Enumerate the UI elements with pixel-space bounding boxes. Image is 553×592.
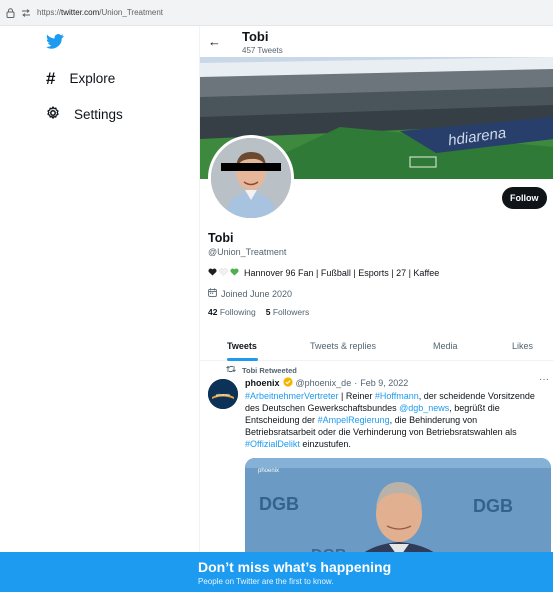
tweet-link[interactable]: @dgb_news xyxy=(399,403,449,413)
follow-stats: 42 Following 5 Followers xyxy=(208,307,309,317)
signup-prompt-title: Don’t miss what’s happening xyxy=(198,559,392,575)
twitter-bird-icon[interactable] xyxy=(46,34,64,54)
tweet-count: 457 Tweets xyxy=(242,46,283,55)
tweet-author-name[interactable]: phoenix xyxy=(245,378,280,388)
more-icon[interactable]: ··· xyxy=(539,374,549,385)
heart-icon xyxy=(230,268,239,278)
follow-button[interactable]: Follow xyxy=(502,187,547,209)
avatar[interactable] xyxy=(208,135,294,221)
joined-text: Joined June 2020 xyxy=(221,288,293,299)
profile-name: Tobi xyxy=(208,231,234,245)
following-link[interactable]: 42 Following xyxy=(208,307,256,317)
hashtag-icon: # xyxy=(46,69,56,88)
tweet-text: #ArbeitnehmerVertreter | Reiner #Hoffman… xyxy=(245,390,550,450)
tweet-text-segment: | Reiner xyxy=(338,391,375,401)
gear-icon xyxy=(46,106,60,123)
media-dgb-right: DGB xyxy=(473,496,513,516)
tweet-text-segment: einzustufen. xyxy=(299,439,351,449)
retweet-context: Tobi Retweeted xyxy=(226,365,297,375)
profile-column: ← Tobi 457 Tweets hdiarena Follow Tobi @… xyxy=(199,26,553,566)
tab-tweets[interactable]: Tweets xyxy=(227,331,257,361)
left-navigation: # Explore Settings xyxy=(0,26,199,566)
tweet-link[interactable]: #Hoffmann xyxy=(375,391,419,401)
back-arrow-icon[interactable]: ← xyxy=(208,34,221,49)
tab-likes[interactable]: Likes xyxy=(512,331,533,361)
media-logo: phoenix xyxy=(258,468,279,474)
retweet-label: Tobi Retweeted xyxy=(242,365,297,375)
profile-tabs: Tweets Tweets & replies Media Likes xyxy=(200,331,553,361)
followers-link[interactable]: 5 Followers xyxy=(266,307,309,317)
tab-tweets-replies[interactable]: Tweets & replies xyxy=(310,331,376,361)
tweet-author-avatar[interactable]: phoenix xyxy=(208,379,238,409)
bio-text: Hannover 96 Fan | Fußball | Esports | 27… xyxy=(244,268,440,278)
nav-item-explore[interactable]: # Explore xyxy=(46,70,115,87)
tweet-separator: · xyxy=(354,378,358,388)
tweet-header: phoenix @phoenix_de · Feb 9, 2022 xyxy=(245,377,408,389)
nav-item-settings[interactable]: Settings xyxy=(46,106,123,123)
heart-icon xyxy=(208,268,217,278)
profile-bio: Hannover 96 Fan | Fußball | Esports | 27… xyxy=(208,268,439,278)
joined-date: Joined June 2020 xyxy=(208,288,292,299)
tweet-author-handle[interactable]: @phoenix_de xyxy=(296,378,352,388)
tweet-link[interactable]: #OffizialDelikt xyxy=(245,439,300,449)
nav-item-label: Settings xyxy=(74,107,123,122)
active-tab-indicator xyxy=(227,358,258,361)
verified-badge-icon xyxy=(282,377,293,389)
tweet-date[interactable]: Feb 9, 2022 xyxy=(360,378,408,388)
lock-icon xyxy=(6,7,15,18)
browser-url-bar[interactable]: https://twitter.com/Union_Treatment xyxy=(0,0,553,26)
tweet-link[interactable]: #ArbeitnehmerVertreter xyxy=(245,391,339,401)
media-dgb-left: DGB xyxy=(259,494,299,514)
signup-prompt-bar[interactable]: Don’t miss what’s happening People on Tw… xyxy=(0,552,553,592)
tab-media[interactable]: Media xyxy=(433,331,458,361)
page-title: Tobi xyxy=(242,29,269,44)
profile-handle: @Union_Treatment xyxy=(208,247,287,257)
calendar-icon xyxy=(208,288,217,299)
svg-text:phoenix: phoenix xyxy=(215,392,231,397)
retweet-icon xyxy=(226,365,236,375)
heart-icon xyxy=(219,268,228,278)
signup-prompt-subtitle: People on Twitter are the first to know. xyxy=(198,577,334,586)
tweet-media[interactable]: phoenix DGB DGB DGB xyxy=(245,458,551,566)
nav-item-label: Explore xyxy=(69,71,116,86)
profile-header-bar: ← Tobi 457 Tweets xyxy=(200,26,553,57)
tracking-icon xyxy=(21,8,31,17)
tweet-link[interactable]: #AmpelRegierung xyxy=(318,415,390,425)
url-text: https://twitter.com/Union_Treatment xyxy=(37,8,163,17)
